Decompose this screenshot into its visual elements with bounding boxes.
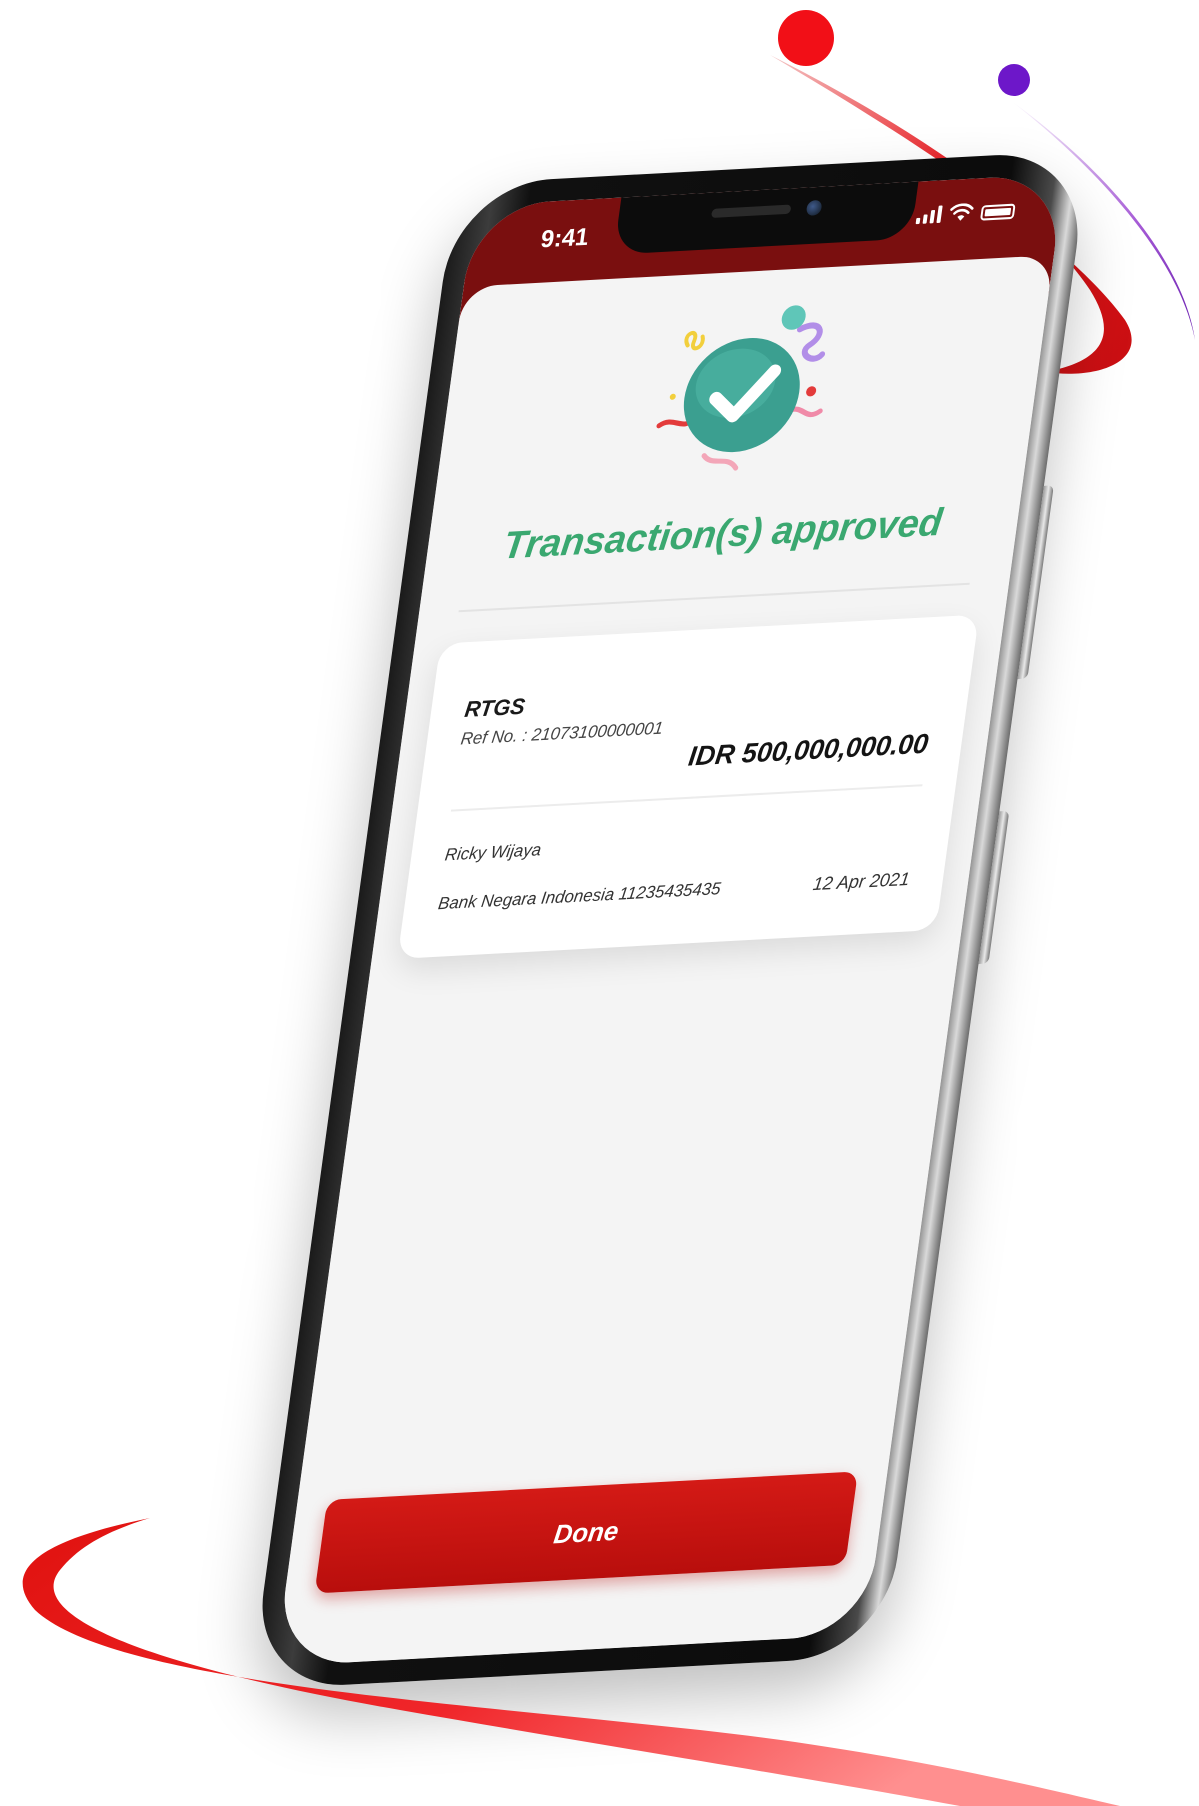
battery-icon bbox=[979, 203, 1016, 221]
approval-title: Transaction(s) approved bbox=[500, 501, 945, 568]
status-time: 9:41 bbox=[539, 223, 591, 254]
phone-mockup: 9:41 Transaction(s) approved RTGS Ref No… bbox=[250, 150, 1090, 1690]
signal-icon bbox=[915, 205, 943, 225]
section-divider bbox=[458, 582, 970, 613]
approval-screen: Transaction(s) approved RTGS Ref No. : 2… bbox=[274, 255, 1054, 1667]
marketing-stage: 9:41 Transaction(s) approved RTGS Ref No… bbox=[0, 0, 1199, 1806]
wifi-icon bbox=[950, 203, 974, 221]
beneficiary-bank: Bank Negara Indonesia 11235435435 bbox=[436, 878, 722, 914]
transaction-type: RTGS bbox=[463, 693, 527, 723]
card-divider bbox=[450, 784, 923, 812]
transaction-ref-no: Ref No. : 21073100000001 bbox=[459, 718, 665, 749]
status-icons bbox=[915, 201, 1017, 225]
done-button[interactable]: Done bbox=[314, 1471, 859, 1594]
transaction-amount: IDR 500,000,000.00 bbox=[686, 728, 931, 772]
red-orb bbox=[778, 10, 834, 66]
phone-screen: 9:41 Transaction(s) approved RTGS Ref No… bbox=[274, 173, 1066, 1667]
transaction-date: 12 Apr 2021 bbox=[811, 868, 911, 895]
beneficiary-name: Ricky Wijaya bbox=[443, 840, 543, 865]
speaker-grille bbox=[710, 204, 792, 218]
front-camera bbox=[805, 199, 823, 216]
purple-orb bbox=[998, 64, 1030, 96]
success-check-icon bbox=[656, 305, 826, 471]
transaction-card[interactable]: RTGS Ref No. : 21073100000001 IDR 500,00… bbox=[397, 614, 980, 959]
